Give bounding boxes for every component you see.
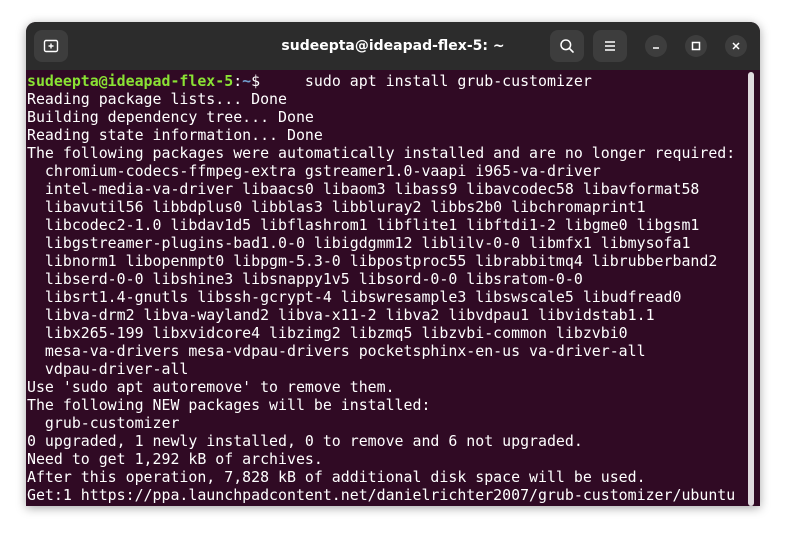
minimize-button[interactable] [645,35,667,57]
prompt-colon: : [233,72,243,90]
search-button[interactable] [550,30,584,62]
output-line: mesa-va-drivers mesa-vdpau-drivers pocke… [27,342,646,360]
close-icon [732,42,740,50]
output-line: Need to get 1,292 kB of archives. [27,450,323,468]
output-line: Reading state information... Done [27,126,323,144]
output-line: Building dependency tree... Done [27,108,314,126]
title-bar: sudeepta@ideapad-flex-5: ~ [26,22,760,70]
minimize-icon [653,47,659,49]
output-line: intel-media-va-driver libaacs0 libaom3 l… [27,180,700,198]
prompt-user-host: sudeepta@ideapad-flex-5 [27,72,234,90]
hamburger-menu-icon [605,41,615,51]
output-line: Use 'sudo apt autoremove' to remove them… [27,378,395,396]
output-line: chromium-codecs-ffmpeg-extra gstreamer1.… [27,162,601,180]
output-line: Reading package lists... Done [27,90,287,108]
output-line: libsrt1.4-gnutls libssh-gcrypt-4 libswre… [27,288,682,306]
prompt-command: sudo apt install grub-customizer [260,72,592,90]
prompt-line: sudeepta@ideapad-flex-5:~$ sudo apt inst… [27,72,749,90]
terminal-output[interactable]: sudeepta@ideapad-flex-5:~$ sudo apt inst… [27,72,749,506]
search-icon [560,39,574,53]
scrollbar[interactable] [748,72,754,506]
output-line: Get:1 https://ppa.launchpadcontent.net/d… [27,486,736,504]
menu-button[interactable] [593,30,627,62]
output-line: libx265-199 libxvidcore4 libzimg2 libzmq… [27,324,628,342]
output-line: libserd-0-0 libshine3 libsnappy1v5 libso… [27,270,583,288]
output-line: The following packages were automaticall… [27,144,736,162]
maximize-button[interactable] [685,35,707,57]
output-line: After this operation, 7,828 kB of additi… [27,468,646,486]
prompt-path: ~ [242,72,252,90]
prompt-symbol: $ [251,72,261,90]
close-button[interactable] [725,35,747,57]
output-line: libva-drm2 libva-wayland2 libva-x11-2 li… [27,306,655,324]
output-line: libnorm1 libopenmpt0 libpgm-5.3-0 libpos… [27,252,718,270]
output-line: grub-customizer [27,414,180,432]
output-line: libgstreamer-plugins-bad1.0-0 libigdgmm1… [27,234,691,252]
maximize-icon [691,41,701,51]
output-line: vdpau-driver-all [27,360,189,378]
output-line: libcodec2-1.0 libdav1d5 libflashrom1 lib… [27,216,700,234]
terminal-window: sudeepta@ideapad-flex-5: ~ sudeepta@idea… [26,22,760,506]
output-line: 0 upgraded, 1 newly installed, 0 to remo… [27,432,583,450]
output-line: The following NEW packages will be insta… [27,396,431,414]
output-line: libavutil56 libbdplus0 libblas3 libblura… [27,198,646,216]
